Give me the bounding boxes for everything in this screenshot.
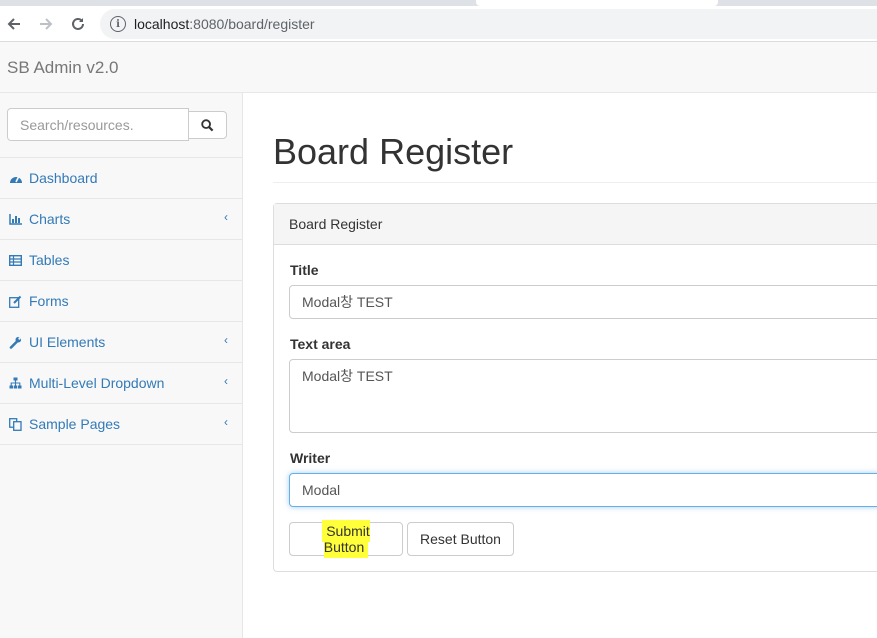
browser-toolbar: i localhost:8080/board/register: [0, 6, 877, 42]
bar-chart-icon: [8, 212, 23, 227]
title-label: Title: [290, 262, 319, 278]
page-title: Board Register: [273, 131, 514, 172]
chevron-left-icon: ‹: [224, 210, 228, 224]
sitemap-icon: [8, 376, 23, 391]
sidebar-item-label: Forms: [29, 293, 69, 309]
sidebar-item-label: Tables: [29, 252, 70, 268]
chevron-left-icon: ‹: [224, 415, 228, 429]
submit-button-label: Submit Button: [322, 520, 370, 558]
sidebar-item-multi-level-dropdown[interactable]: Multi-Level Dropdown ‹: [0, 363, 242, 404]
title-field[interactable]: [289, 285, 877, 319]
sidebar-item-label: UI Elements: [29, 334, 106, 350]
address-bar[interactable]: i localhost:8080/board/register: [100, 9, 877, 39]
sidebar-item-label: Sample Pages: [29, 416, 121, 432]
sidebar-menu: Dashboard Charts ‹ Tables Forms UI Eleme…: [0, 158, 242, 445]
files-icon: [8, 417, 23, 432]
forward-arrow-icon[interactable]: [32, 10, 60, 38]
panel-heading: Board Register: [274, 204, 877, 245]
table-icon: [8, 253, 23, 268]
edit-icon: [8, 294, 23, 309]
sidebar-item-tables[interactable]: Tables: [0, 240, 242, 281]
sidebar-item-label: Multi-Level Dropdown: [29, 375, 165, 391]
top-navbar: SB Admin v2.0: [0, 42, 877, 93]
dashboard-icon: [8, 171, 23, 186]
search-input[interactable]: [7, 108, 189, 141]
sidebar-item-charts[interactable]: Charts ‹: [0, 199, 242, 240]
sidebar: Dashboard Charts ‹ Tables Forms UI Eleme…: [0, 93, 243, 638]
sidebar-item-forms[interactable]: Forms: [0, 281, 242, 322]
reset-button[interactable]: Reset Button: [407, 522, 514, 556]
wrench-icon: [8, 335, 23, 350]
sidebar-item-ui-elements[interactable]: UI Elements ‹: [0, 322, 242, 363]
address-url: localhost:8080/board/register: [134, 16, 315, 32]
sidebar-item-sample-pages[interactable]: Sample Pages ‹: [0, 404, 242, 445]
sidebar-item-dashboard[interactable]: Dashboard: [0, 158, 242, 199]
search-button[interactable]: [188, 111, 227, 139]
search-icon: [201, 118, 214, 131]
writer-field[interactable]: [289, 473, 877, 507]
reload-icon[interactable]: [64, 10, 92, 38]
url-path: :8080/board/register: [189, 16, 315, 32]
content-textarea[interactable]: Modal창 TEST: [289, 359, 877, 433]
sidebar-item-label: Charts: [29, 211, 71, 227]
chevron-left-icon: ‹: [224, 333, 228, 347]
writer-label: Writer: [290, 450, 331, 466]
back-arrow-icon[interactable]: [0, 10, 28, 38]
sidebar-item-label: Dashboard: [29, 170, 98, 186]
text-area-label: Text area: [290, 336, 351, 352]
chevron-left-icon: ‹: [224, 374, 228, 388]
title-divider: [273, 182, 877, 183]
url-host: localhost: [134, 16, 190, 32]
submit-button[interactable]: Submit Button: [289, 520, 403, 558]
sidebar-search: [0, 93, 242, 158]
site-info-icon[interactable]: i: [110, 16, 126, 32]
brand-link[interactable]: SB Admin v2.0: [7, 58, 119, 78]
